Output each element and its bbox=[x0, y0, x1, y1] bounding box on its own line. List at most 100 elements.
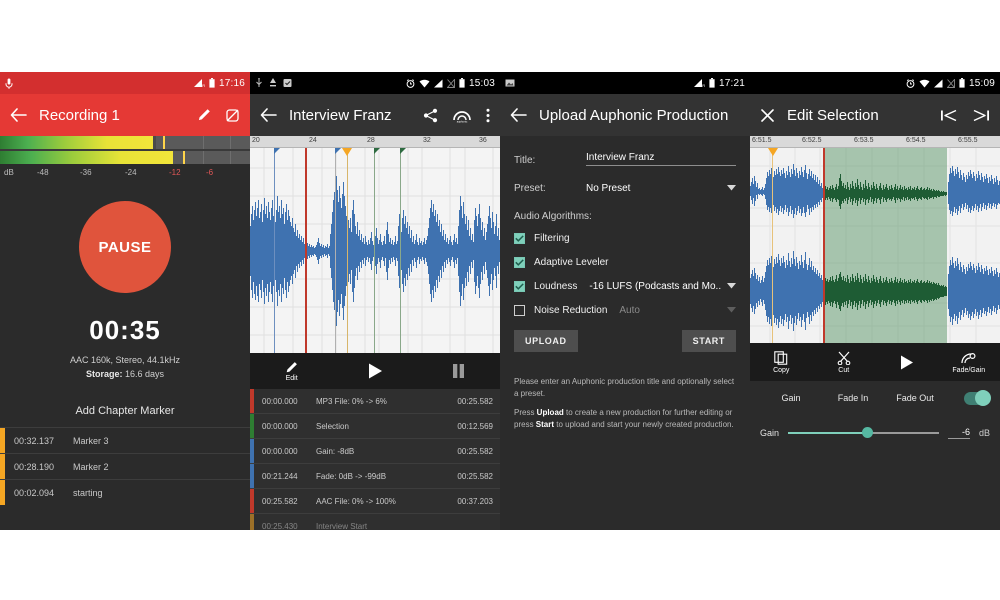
add-chapter-marker-button[interactable]: Add Chapter Marker bbox=[0, 405, 250, 427]
gain-slider[interactable] bbox=[788, 427, 939, 438]
selection-start-handle[interactable] bbox=[823, 148, 825, 343]
storage-info: Storage: 16.6 days bbox=[0, 369, 250, 379]
checkbox-label: Adaptive Leveler bbox=[534, 257, 609, 268]
table-row[interactable]: 00:25.430 Interview Start bbox=[250, 514, 500, 530]
table-row[interactable]: 00:02.094 starting bbox=[0, 479, 250, 505]
waveform-svg bbox=[250, 148, 500, 353]
panel-editor: 15:03 Interview Franz auphonic 20 24 28 … bbox=[250, 72, 500, 530]
copy-label: Copy bbox=[773, 366, 790, 374]
marker-flag[interactable] bbox=[374, 148, 380, 154]
checkbox-noise-reduction[interactable]: Noise Reduction Auto bbox=[514, 305, 736, 316]
pencil-icon[interactable] bbox=[197, 108, 211, 122]
timeline-ruler-4[interactable]: 6:51.5 6:52.5 6:53.5 6:54.5 6:55.5 bbox=[750, 136, 1000, 148]
preset-value: No Preset bbox=[586, 183, 631, 194]
back-arrow-icon[interactable] bbox=[10, 108, 27, 122]
marker-line bbox=[400, 148, 401, 353]
marker-flag-selected[interactable] bbox=[768, 148, 778, 156]
table-row[interactable]: 00:00.000 MP3 File: 0% -> 6% 00:25.582 bbox=[250, 389, 500, 414]
marker-flag-selected[interactable] bbox=[342, 148, 352, 156]
upload-button[interactable]: UPLOAD bbox=[514, 330, 578, 352]
jump-to-end-icon[interactable] bbox=[972, 109, 990, 122]
ruler-tick: 28 bbox=[367, 137, 375, 144]
level-meter-scale: dB -48 -36 -24 -12 -6 bbox=[0, 164, 250, 181]
table-row[interactable]: 00:00.000 Gain: -8dB 00:25.582 bbox=[250, 439, 500, 464]
table-row[interactable]: 00:25.582 AAC File: 0% -> 100% 00:37.203 bbox=[250, 489, 500, 514]
checkbox-adaptive-leveler[interactable]: Adaptive Leveler bbox=[514, 257, 736, 268]
pause-button[interactable] bbox=[417, 363, 500, 379]
chevron-down-icon bbox=[727, 183, 736, 194]
table-row[interactable]: 00:32.137 Marker 3 bbox=[0, 427, 250, 453]
close-icon[interactable] bbox=[760, 108, 775, 123]
gain-unit: dB bbox=[978, 428, 990, 438]
back-arrow-icon[interactable] bbox=[510, 108, 527, 122]
table-row[interactable]: 00:28.190 Marker 2 bbox=[0, 453, 250, 479]
title-input[interactable]: Interview Franz bbox=[586, 152, 736, 166]
marker-flag[interactable] bbox=[400, 148, 406, 154]
back-arrow-icon[interactable] bbox=[260, 108, 277, 122]
preset-field-row: Preset: No Preset bbox=[514, 183, 736, 194]
tab-gain[interactable]: Gain bbox=[760, 393, 822, 403]
cut-label: Cut bbox=[838, 366, 850, 374]
marker-flag[interactable] bbox=[274, 148, 280, 154]
loudness-value[interactable]: -16 LUFS (Podcasts and Mo.. bbox=[589, 281, 727, 292]
enable-toggle[interactable] bbox=[964, 389, 991, 406]
auphonic-logo-icon[interactable]: auphonic bbox=[452, 108, 472, 123]
screenshot-icon bbox=[283, 78, 292, 88]
play-button[interactable] bbox=[333, 362, 416, 380]
meter-label-6: -6 bbox=[206, 168, 214, 177]
share-icon[interactable] bbox=[423, 108, 438, 123]
checkbox-icon bbox=[514, 233, 525, 244]
marker-flag[interactable] bbox=[335, 148, 341, 154]
checkbox-icon bbox=[514, 305, 525, 316]
marker-line bbox=[347, 148, 348, 353]
usb-icon bbox=[255, 78, 263, 88]
slider-knob[interactable] bbox=[861, 427, 873, 438]
no-screen-rotate-icon[interactable] bbox=[225, 108, 240, 123]
gain-slider-row: Gain -6 dB bbox=[750, 415, 1000, 439]
page-title-4: Edit Selection bbox=[787, 106, 879, 124]
checkbox-loudness[interactable]: Loudness -16 LUFS (Podcasts and Mo.. bbox=[514, 281, 736, 292]
table-row[interactable]: 00:00.000 Selection 00:12.569 bbox=[250, 414, 500, 439]
panel-upload: R 17:21 Upload Auphonic Production Title… bbox=[500, 72, 750, 530]
meter-label-db: dB bbox=[4, 168, 14, 177]
waveform-stereo-svg bbox=[750, 148, 1000, 343]
jump-to-start-icon[interactable] bbox=[940, 109, 958, 122]
svg-text:auphonic: auphonic bbox=[457, 119, 468, 122]
table-row[interactable]: 00:21.244 Fade: 0dB -> -99dB 00:25.582 bbox=[250, 464, 500, 489]
edit-button[interactable]: Edit bbox=[250, 361, 333, 382]
checkbox-filtering[interactable]: Filtering bbox=[514, 233, 736, 244]
start-button[interactable]: START bbox=[681, 330, 736, 352]
record-pause-button[interactable]: PAUSE bbox=[79, 201, 171, 293]
noise-reduction-value[interactable]: Auto bbox=[619, 305, 727, 316]
play-button[interactable] bbox=[875, 354, 938, 371]
copy-button[interactable]: Copy bbox=[750, 350, 813, 374]
elapsed-time: 00:35 bbox=[89, 315, 161, 345]
ruler-tick: 24 bbox=[309, 137, 317, 144]
status-bar-1: R 17:16 bbox=[0, 72, 250, 94]
tab-fade-in[interactable]: Fade In bbox=[822, 393, 884, 403]
signal-icon bbox=[433, 79, 443, 88]
app-bar-4: Edit Selection bbox=[750, 94, 1000, 136]
level-meter-left bbox=[0, 136, 250, 149]
waveform-display-2[interactable] bbox=[250, 148, 500, 353]
waveform-display-4[interactable] bbox=[750, 148, 1000, 343]
edit-label: Edit bbox=[285, 374, 298, 382]
upload-form: Title: Interview Franz Preset: No Preset… bbox=[500, 136, 750, 430]
tab-fade-out[interactable]: Fade Out bbox=[884, 393, 946, 403]
svg-text:R: R bbox=[202, 83, 205, 88]
checkbox-icon bbox=[514, 281, 525, 292]
overflow-menu-icon[interactable] bbox=[486, 108, 490, 123]
event-start: 00:00.000 bbox=[262, 421, 298, 431]
slider-filled-track bbox=[788, 432, 867, 434]
preset-select[interactable]: No Preset bbox=[586, 183, 736, 194]
cut-button[interactable]: Cut bbox=[813, 351, 876, 374]
chevron-down-icon[interactable] bbox=[727, 281, 736, 292]
gain-value[interactable]: -6 bbox=[947, 427, 970, 439]
timeline-ruler-2[interactable]: 20 24 28 32 36 bbox=[250, 136, 500, 148]
help-p2-e: to upload and start your newly created p… bbox=[554, 419, 734, 429]
fade-gain-button[interactable]: Fade/Gain bbox=[938, 351, 1000, 374]
chevron-down-icon[interactable] bbox=[727, 305, 736, 316]
event-description: Gain: -8dB bbox=[316, 446, 355, 456]
marker-line bbox=[335, 148, 336, 353]
playhead[interactable] bbox=[305, 148, 307, 353]
